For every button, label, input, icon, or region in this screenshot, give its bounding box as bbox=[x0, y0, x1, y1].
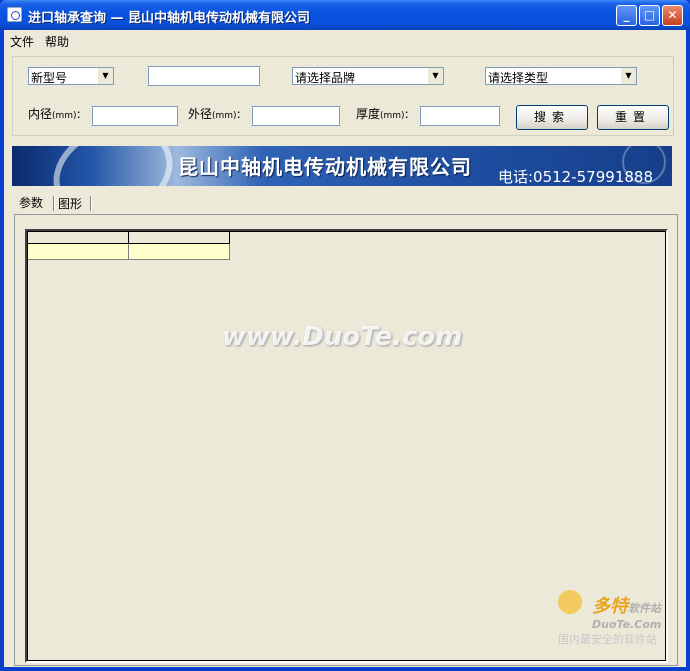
grid-header-cell[interactable] bbox=[129, 232, 230, 244]
app-window: 进口轴承查询 — 昆山中轴机电传动机械有限公司 _ □ ✕ 文件 帮助 新型号 … bbox=[0, 0, 690, 671]
chevron-down-icon[interactable]: ▼ bbox=[620, 68, 636, 84]
banner-company-name: 昆山中轴机电传动机械有限公司 bbox=[178, 155, 472, 179]
watermark-slogan: 国内最安全的软件站 bbox=[558, 633, 657, 646]
chevron-down-icon[interactable]: ▼ bbox=[97, 68, 113, 84]
close-button[interactable]: ✕ bbox=[662, 5, 683, 26]
model-combo[interactable]: 新型号 ▼ bbox=[28, 67, 114, 85]
watermark-site: DuoTe.Com bbox=[592, 618, 662, 631]
banner-phone: 电话:0512-57991888 bbox=[498, 168, 653, 186]
tab-parameters[interactable]: 参数 bbox=[19, 194, 43, 216]
type-combo[interactable]: 请选择类型 ▼ bbox=[485, 67, 637, 85]
watermark-brand: 多特 bbox=[592, 596, 628, 617]
minimize-button[interactable]: _ bbox=[616, 5, 637, 26]
brand-combo[interactable]: 请选择品牌 ▼ bbox=[292, 67, 444, 85]
menu-bar: 文件 帮助 bbox=[4, 30, 686, 50]
corner-watermark: 多特软件站 DuoTe.Com 国内最安全的软件站 bbox=[558, 592, 661, 647]
outer-diameter-label: 外径(mm): bbox=[188, 107, 241, 121]
search-button[interactable]: 搜索 bbox=[516, 105, 588, 130]
chevron-down-icon[interactable]: ▼ bbox=[427, 68, 443, 84]
inner-diameter-input[interactable] bbox=[92, 106, 178, 126]
bearing-graphic bbox=[39, 146, 187, 186]
watermark-brand-suffix: 软件站 bbox=[628, 602, 661, 615]
grid-cell[interactable] bbox=[129, 244, 230, 260]
tab-separator bbox=[90, 196, 92, 211]
menu-file[interactable]: 文件 bbox=[10, 33, 34, 50]
title-bar[interactable]: 进口轴承查询 — 昆山中轴机电传动机械有限公司 _ □ ✕ bbox=[0, 0, 690, 30]
brand-combo-value: 请选择品牌 bbox=[295, 71, 356, 85]
model-input[interactable] bbox=[148, 66, 260, 86]
model-combo-value: 新型号 bbox=[31, 71, 68, 85]
menu-help[interactable]: 帮助 bbox=[45, 33, 69, 50]
thickness-label: 厚度(mm): bbox=[356, 107, 409, 121]
company-banner: 昆山中轴机电传动机械有限公司 电话:0512-57991888 bbox=[12, 146, 672, 186]
grid-header-cell[interactable] bbox=[28, 232, 129, 244]
maximize-button[interactable]: □ bbox=[639, 5, 660, 26]
outer-diameter-input[interactable] bbox=[252, 106, 340, 126]
reset-button[interactable]: 重置 bbox=[597, 105, 669, 130]
window-title: 进口轴承查询 — 昆山中轴机电传动机械有限公司 bbox=[28, 11, 311, 26]
search-panel: 新型号 ▼ 请选择品牌 ▼ 请选择类型 ▼ 内径(mm): 外径(mm): 厚度… bbox=[12, 56, 674, 136]
app-icon[interactable] bbox=[7, 7, 22, 22]
type-combo-value: 请选择类型 bbox=[488, 71, 549, 85]
tab-separator bbox=[53, 196, 55, 211]
grid-cell[interactable] bbox=[28, 244, 129, 260]
inner-diameter-label: 内径(mm): bbox=[28, 107, 81, 121]
thickness-input[interactable] bbox=[420, 106, 500, 126]
center-watermark: www.DuoTe.com bbox=[222, 322, 463, 352]
